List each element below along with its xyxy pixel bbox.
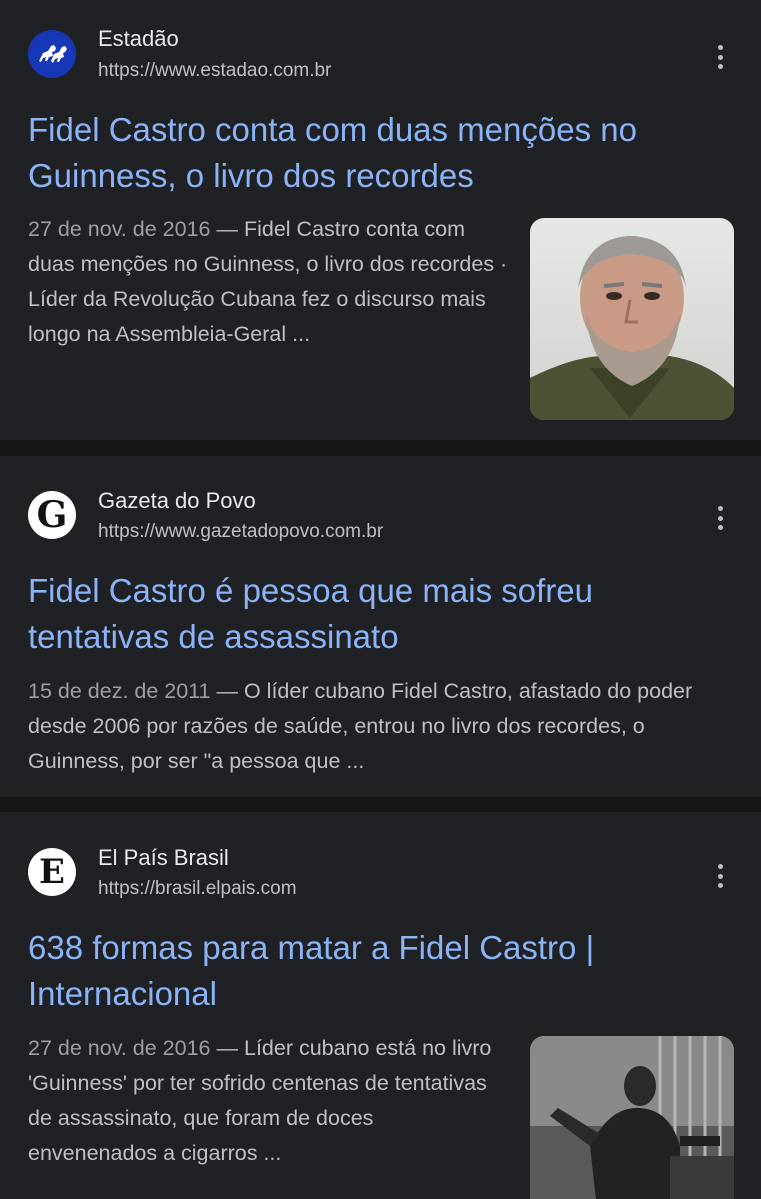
site-name: Estadão bbox=[98, 26, 179, 51]
site-favicon-estadao bbox=[28, 30, 76, 78]
result-title-link[interactable]: 638 formas para matar a Fidel Castro | I… bbox=[28, 925, 728, 1017]
site-url: https://brasil.elpais.com bbox=[98, 878, 297, 899]
result-snippet: 27 de nov. de 2016 — Fidel Castro conta … bbox=[28, 212, 508, 352]
more-vert-icon bbox=[717, 864, 723, 869]
elpais-logo-icon: E bbox=[39, 852, 65, 892]
black-white-photo bbox=[530, 1036, 734, 1199]
site-favicon-elpais: E bbox=[28, 848, 76, 896]
search-result-card: E El País Brasil https://brasil.elpais.c… bbox=[0, 812, 761, 1199]
result-date: 15 de dez. de 2011 bbox=[28, 679, 211, 703]
result-snippet: 27 de nov. de 2016 — Líder cubano está n… bbox=[28, 1031, 508, 1171]
site-url: https://www.estadao.com.br bbox=[98, 60, 332, 81]
more-options-button[interactable] bbox=[708, 503, 732, 533]
more-vert-icon bbox=[717, 45, 723, 50]
result-thumbnail[interactable] bbox=[530, 218, 734, 420]
result-title-link[interactable]: Fidel Castro é pessoa que mais sofreu te… bbox=[28, 568, 728, 660]
more-options-button[interactable] bbox=[708, 861, 732, 891]
site-name: El País Brasil bbox=[98, 845, 229, 870]
portrait-photo bbox=[530, 218, 734, 420]
result-thumbnail[interactable] bbox=[530, 1036, 734, 1199]
date-separator: — bbox=[216, 217, 239, 241]
horse-knight-icon bbox=[39, 45, 67, 63]
gazeta-logo-icon: G bbox=[36, 494, 68, 536]
result-date: 27 de nov. de 2016 bbox=[28, 1036, 211, 1060]
search-result-card: Estadão https://www.estadao.com.br Fidel… bbox=[0, 0, 761, 440]
date-separator: — bbox=[216, 679, 239, 703]
date-separator: — bbox=[216, 1036, 239, 1060]
result-snippet: 15 de dez. de 2011 — O líder cubano Fide… bbox=[28, 674, 728, 779]
site-favicon-gazeta: G bbox=[28, 491, 76, 539]
site-url: https://www.gazetadopovo.com.br bbox=[98, 521, 384, 542]
result-date: 27 de nov. de 2016 bbox=[28, 217, 211, 241]
more-options-button[interactable] bbox=[708, 42, 732, 72]
search-result-card: G Gazeta do Povo https://www.gazetadopov… bbox=[0, 456, 761, 797]
result-title-link[interactable]: Fidel Castro conta com duas menções no G… bbox=[28, 107, 728, 199]
site-name: Gazeta do Povo bbox=[98, 488, 256, 513]
more-vert-icon bbox=[717, 506, 723, 511]
